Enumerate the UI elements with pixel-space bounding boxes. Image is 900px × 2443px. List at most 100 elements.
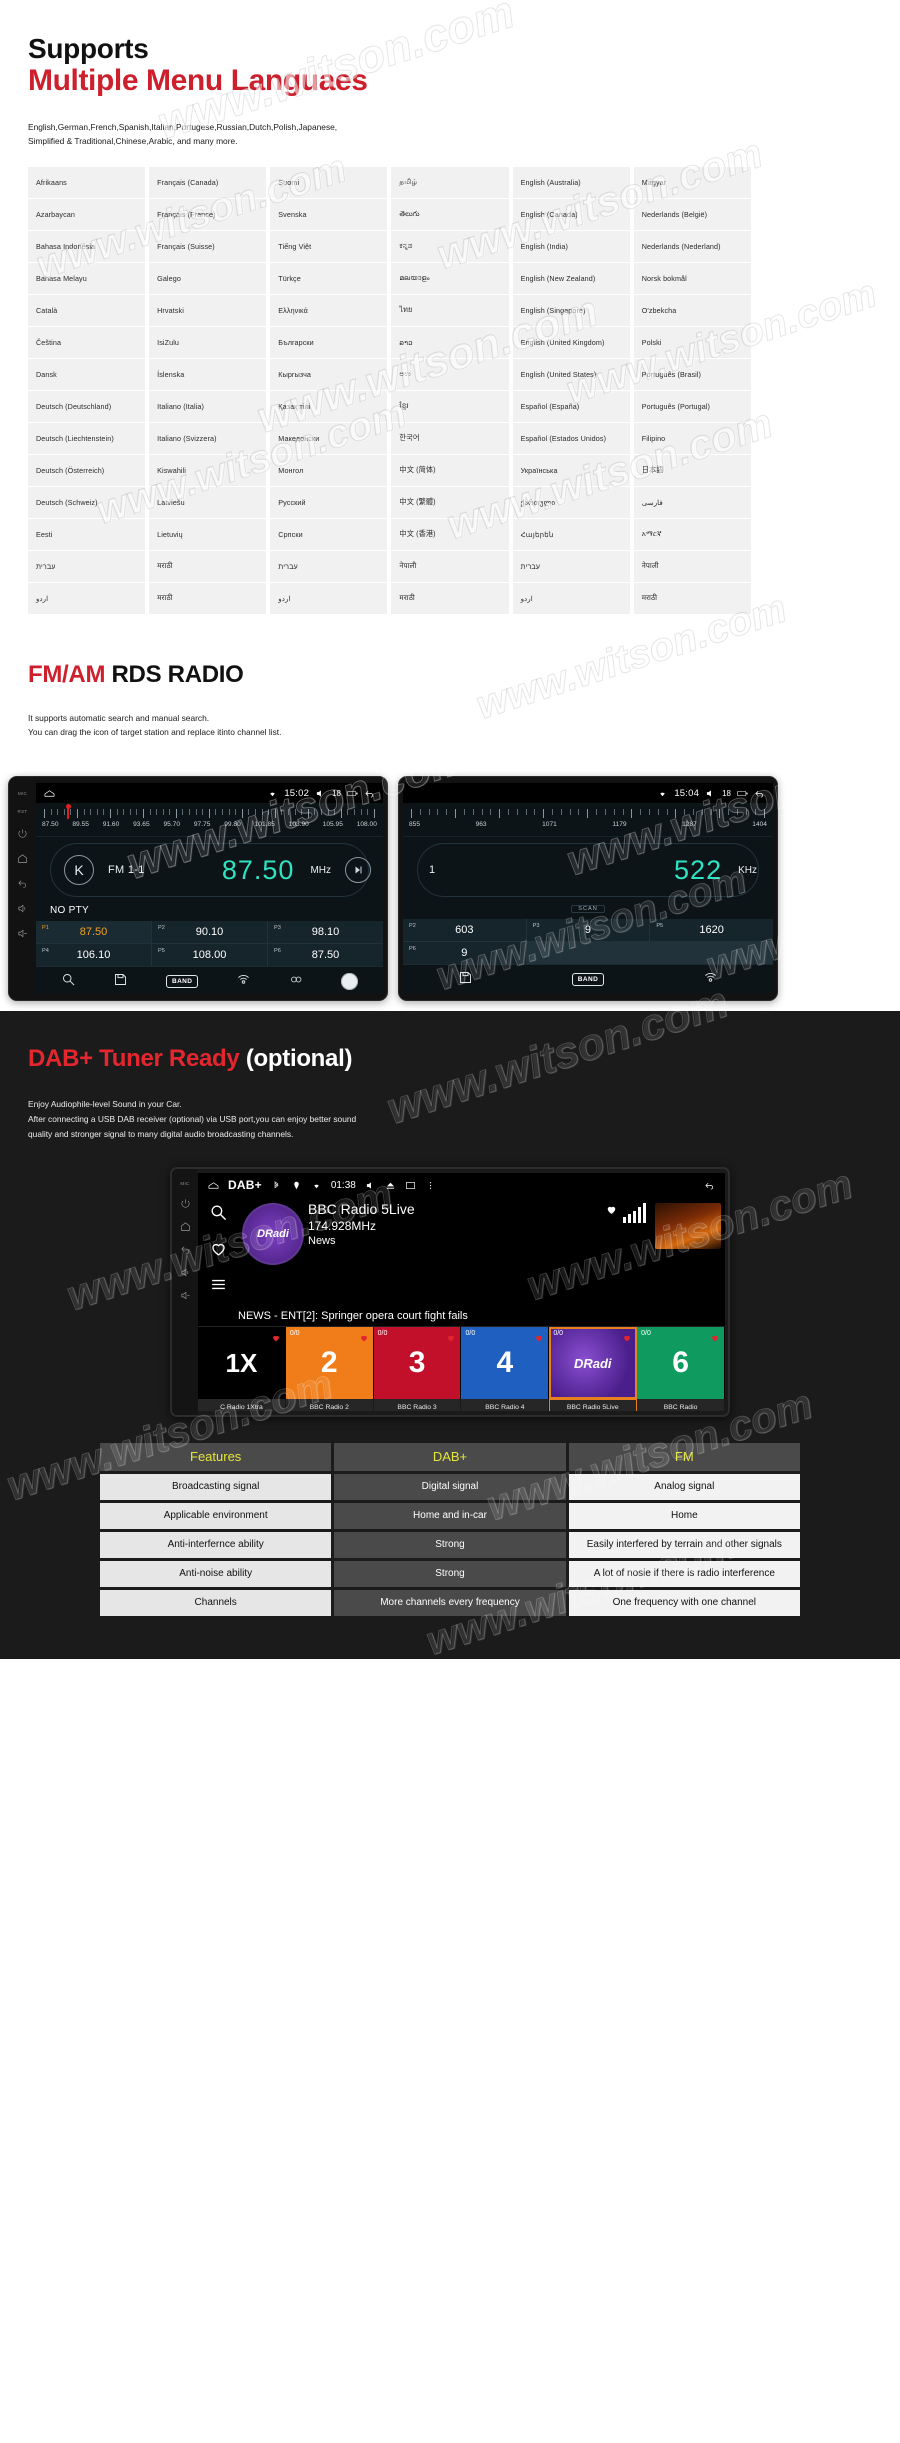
comparison-row: Applicable environment Home and in-car Hom…: [100, 1502, 800, 1529]
station-tile[interactable]: 0/0 DRadi: [549, 1327, 638, 1400]
next-station-button[interactable]: [345, 857, 371, 884]
power-icon[interactable]: [179, 1197, 191, 1209]
preset-button[interactable]: P2 90.10: [152, 921, 267, 944]
heart-icon[interactable]: [605, 1203, 618, 1221]
battery-icon: [737, 789, 748, 798]
tuner-needle[interactable]: [65, 804, 71, 820]
band-button[interactable]: BAND: [165, 975, 199, 989]
screenshot-icon[interactable]: [405, 1181, 416, 1190]
search-icon[interactable]: [209, 1203, 228, 1227]
list-icon[interactable]: [209, 1275, 228, 1299]
home-icon[interactable]: [17, 852, 29, 864]
preset-button[interactable]: P6 87.50: [268, 944, 383, 967]
back-nav-icon[interactable]: [754, 789, 765, 798]
preset-button[interactable]: P4 106.10: [36, 944, 151, 967]
heart-icon[interactable]: [446, 1330, 456, 1348]
preset-number: P2: [158, 925, 165, 932]
volume-knob[interactable]: [341, 973, 359, 991]
language-cell: ಅಉ: [391, 358, 509, 391]
station-name-label[interactable]: C Radio 1Xtra: [198, 1399, 286, 1412]
station-name-label[interactable]: BBC Radio 4: [461, 1399, 550, 1412]
scan-indicator: SCAN: [571, 905, 605, 914]
back-nav-icon[interactable]: [704, 1181, 715, 1190]
save-icon[interactable]: [113, 972, 128, 992]
preset-button[interactable]: P2 603: [403, 919, 526, 942]
tick: [728, 809, 730, 816]
heart-icon[interactable]: [622, 1330, 632, 1348]
preset-button[interactable]: P3 9: [526, 919, 650, 942]
power-icon[interactable]: [17, 827, 29, 839]
language-cell: Suomi: [270, 166, 388, 199]
language-cell: Bahasa Melayu: [28, 262, 146, 295]
back-icon[interactable]: [179, 1243, 191, 1255]
tile-badge: 0/0: [289, 1330, 300, 1338]
volume-down-icon[interactable]: [17, 927, 29, 939]
tile-badge: 0/0: [641, 1330, 651, 1338]
tuner-scale[interactable]: 87.50 89.55 91.60 93.65 95.70 97.75 99.80 101.8…: [36, 803, 383, 838]
save-icon[interactable]: [458, 970, 473, 990]
favorite-icon[interactable]: [209, 1239, 228, 1263]
tick: [446, 809, 448, 816]
preset-button[interactable]: P6 9: [403, 942, 526, 965]
comparison-cell: Easily interfered by terrain and other s…: [568, 1531, 800, 1558]
tick: [428, 809, 430, 816]
tick: [710, 809, 712, 816]
dab-station-info: DRadi BBC Radio 5Live 174.928MHz News: [238, 1197, 605, 1307]
back-icon[interactable]: [17, 877, 29, 889]
rds-k-badge[interactable]: K: [64, 855, 94, 886]
station-tile[interactable]: 0/0 4: [461, 1327, 550, 1400]
station-name-label[interactable]: BBC Radio 5Live: [549, 1399, 638, 1412]
band-button[interactable]: BAND: [571, 973, 605, 987]
am-radio-device: 15:04 18 855 963 1071 1179 1287 1404 1 522 KH…: [398, 776, 778, 1002]
preset-button[interactable]: P3 98.10: [268, 921, 383, 944]
language-cell: English (Australia): [512, 166, 630, 199]
language-cell: मराठी: [149, 582, 267, 615]
volume-up-icon[interactable]: [179, 1266, 191, 1278]
tick: [103, 809, 105, 816]
volume-up-icon[interactable]: [17, 902, 29, 914]
fm-toolbar: BAND: [36, 966, 383, 995]
station-tile[interactable]: 0/0 3: [373, 1327, 462, 1400]
tick: [136, 809, 138, 816]
scale-label: 89.55: [72, 821, 89, 829]
language-cell: اردو: [512, 582, 630, 615]
tuner-scale-labels: 87.50 89.55 91.60 93.65 95.70 97.75 99.80 101.8…: [40, 821, 379, 828]
more-options-icon[interactable]: [425, 1181, 436, 1190]
language-cell: Français (Suisse): [149, 230, 267, 263]
fm-description: It supports automatic search and manual …: [28, 711, 872, 740]
home-indicator-icon[interactable]: [208, 1181, 219, 1190]
tick: [737, 809, 739, 816]
scale-label: 99.80: [224, 821, 241, 829]
tile-badge: 0/0: [553, 1330, 564, 1338]
clock: 15:02: [284, 787, 310, 799]
comparison-cell: Home: [568, 1502, 800, 1529]
signal-icon[interactable]: [703, 970, 718, 990]
station-frequency: 174.928MHz: [308, 1219, 377, 1234]
mute-icon[interactable]: [365, 1181, 376, 1190]
station-tile[interactable]: 0/0 2: [285, 1327, 374, 1400]
heart-icon[interactable]: [534, 1330, 544, 1348]
signal-icon[interactable]: [236, 972, 251, 992]
heart-icon[interactable]: [359, 1330, 369, 1348]
station-tile[interactable]: 1X: [198, 1327, 286, 1400]
back-nav-icon[interactable]: [364, 789, 375, 798]
eject-icon[interactable]: [385, 1181, 396, 1190]
heart-icon[interactable]: [710, 1330, 720, 1348]
heart-icon[interactable]: [271, 1330, 281, 1348]
preset-button[interactable]: P1 87.50: [36, 921, 151, 944]
preset-number: P6: [274, 948, 281, 955]
preset-button[interactable]: P5 108.00: [152, 944, 267, 967]
stereo-icon[interactable]: [289, 972, 304, 992]
station-name-label[interactable]: BBC Radio 3: [374, 1399, 462, 1412]
preset-value: 9: [461, 947, 468, 960]
search-icon[interactable]: [61, 972, 76, 992]
station-name-label[interactable]: BBC Radio 2: [286, 1399, 374, 1412]
preset-button[interactable]: P5 1620: [650, 919, 773, 942]
tuner-scale[interactable]: 855 963 1071 1179 1287 1404: [403, 803, 773, 838]
station-tile[interactable]: 0/0 6: [637, 1327, 725, 1400]
volume-down-icon[interactable]: [179, 1289, 191, 1301]
station-name-label[interactable]: BBC Radio: [637, 1399, 725, 1412]
language-cell: Nederlands (België): [633, 198, 751, 231]
home-icon[interactable]: [179, 1220, 191, 1232]
languages-description-line1: English,German,French,Spanish,Italian,Po…: [28, 121, 338, 132]
